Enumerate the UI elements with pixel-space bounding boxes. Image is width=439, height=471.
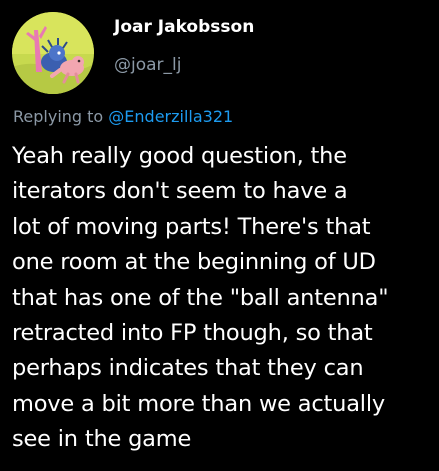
tweet-header: Joar Jakobsson @joar_lj (8, 8, 428, 94)
tweet-text-line: perhaps indicates that they can (12, 355, 364, 382)
tweet-text-line: retracted into FP though, so that (12, 320, 373, 347)
tweet-text: Yeah really good question, the iterators… (12, 139, 434, 458)
tweet-text-line: one room at the beginning of UD (12, 249, 376, 276)
replying-to-label: Replying to (13, 107, 104, 126)
tweet-text-line: that has one of the "ball antenna" (12, 284, 389, 311)
reply-mention-link[interactable]: @Enderzilla321 (108, 107, 233, 126)
tweet-text-line: iterators don't seem to have a (12, 178, 348, 205)
tweet-card: Joar Jakobsson @joar_lj Replying to @End… (0, 0, 439, 471)
author-name[interactable]: Joar Jakobsson (114, 17, 254, 37)
tweet-text-line: move a bit more than we actually (12, 390, 386, 417)
tweet-text-line: lot of moving parts! There's that (12, 213, 371, 240)
replying-to: Replying to @Enderzilla321 (13, 107, 233, 126)
tweet-text-line: Yeah really good question, the (12, 143, 347, 169)
tweet-text-line: see in the game (12, 426, 192, 453)
slugcat-avatar-icon[interactable] (12, 12, 94, 94)
author-handle[interactable]: @joar_lj (114, 55, 181, 75)
